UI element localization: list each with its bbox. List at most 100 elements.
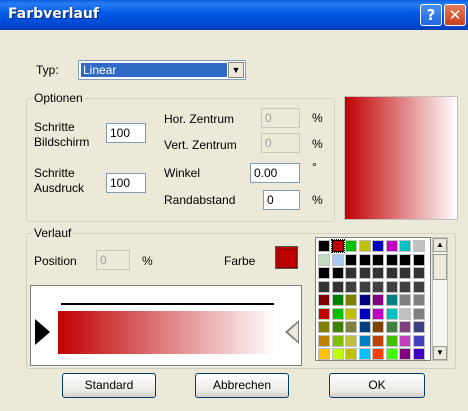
color-swatch[interactable] [372, 294, 384, 306]
gradient-editor[interactable] [30, 285, 302, 366]
color-swatch[interactable] [399, 307, 411, 320]
color-swatch[interactable] [372, 240, 384, 252]
color-swatch[interactable] [399, 348, 411, 360]
farbverlauf-dialog: Farbverlauf ? ✕ Typ: Linear ▼ Optionen S… [0, 0, 468, 411]
color-swatch[interactable] [385, 267, 398, 279]
color-swatch[interactable] [345, 348, 357, 360]
gradient-preview [344, 96, 458, 220]
color-swatch[interactable] [331, 348, 344, 360]
gradient-bar[interactable] [58, 311, 275, 354]
abbrechen-button[interactable]: Abbrechen [195, 373, 289, 398]
color-swatch[interactable] [385, 294, 398, 306]
color-swatch[interactable] [331, 253, 344, 266]
color-swatch[interactable] [412, 280, 425, 293]
chevron-down-icon[interactable]: ▼ [228, 62, 244, 78]
color-swatch[interactable] [358, 334, 371, 347]
color-swatch[interactable] [318, 294, 330, 306]
color-swatch-grid[interactable] [318, 239, 430, 360]
scroll-down-button[interactable]: ▼ [433, 346, 447, 360]
color-swatch[interactable] [331, 280, 344, 293]
standard-button[interactable]: Standard [62, 373, 156, 398]
color-palette[interactable] [315, 237, 431, 361]
color-swatch[interactable] [345, 240, 357, 252]
color-swatch[interactable] [399, 321, 411, 333]
color-swatch[interactable] [385, 334, 398, 347]
color-swatch[interactable] [345, 294, 357, 306]
gradient-stop-start-handle[interactable] [35, 319, 50, 345]
color-swatch[interactable] [372, 307, 384, 320]
winkel-field[interactable]: 0.00 [250, 163, 300, 183]
color-swatch[interactable] [331, 294, 344, 306]
color-swatch[interactable] [331, 334, 344, 347]
color-swatch[interactable] [318, 253, 330, 266]
color-picker-button[interactable] [275, 246, 298, 269]
schritte-bildschirm-field[interactable]: 100 [106, 123, 146, 143]
color-swatch[interactable] [412, 321, 425, 333]
ok-button[interactable]: OK [329, 373, 425, 398]
scroll-thumb[interactable] [433, 254, 447, 280]
position-field[interactable]: 0 [96, 250, 130, 270]
color-swatch[interactable] [399, 240, 411, 252]
color-swatch[interactable] [412, 267, 425, 279]
close-button[interactable]: ✕ [444, 4, 466, 26]
color-swatch[interactable] [318, 280, 330, 293]
color-swatch[interactable] [372, 348, 384, 360]
color-swatch[interactable] [318, 334, 330, 347]
color-swatch[interactable] [385, 280, 398, 293]
color-swatch[interactable] [399, 334, 411, 347]
color-swatch[interactable] [331, 267, 344, 279]
color-swatch[interactable] [385, 348, 398, 360]
schritte-ausdruck-field[interactable]: 100 [106, 173, 146, 193]
color-swatch[interactable] [358, 321, 371, 333]
color-swatch[interactable] [345, 334, 357, 347]
color-swatch[interactable] [372, 321, 384, 333]
scroll-up-button[interactable]: ▲ [433, 238, 447, 252]
color-swatch[interactable] [318, 348, 330, 360]
color-swatch[interactable] [345, 253, 357, 266]
color-swatch[interactable] [358, 280, 371, 293]
typ-dropdown[interactable]: Linear ▼ [78, 60, 246, 80]
gradient-stop-end-handle[interactable] [285, 320, 299, 344]
color-swatch[interactable] [385, 321, 398, 333]
color-swatch[interactable] [385, 307, 398, 320]
help-button[interactable]: ? [420, 4, 442, 26]
color-swatch[interactable] [358, 240, 371, 252]
color-swatch[interactable] [345, 321, 357, 333]
color-swatch[interactable] [318, 240, 330, 252]
color-swatch[interactable] [412, 294, 425, 306]
color-swatch[interactable] [331, 321, 344, 333]
vert-zentrum-field[interactable]: 0 [261, 133, 300, 153]
color-swatch[interactable] [399, 280, 411, 293]
color-swatch[interactable] [358, 294, 371, 306]
color-swatch[interactable] [345, 267, 357, 279]
color-swatch[interactable] [358, 253, 371, 266]
color-swatch[interactable] [372, 253, 384, 266]
color-swatch[interactable] [345, 307, 357, 320]
color-swatch[interactable] [385, 240, 398, 252]
color-swatch[interactable] [399, 294, 411, 306]
color-swatch[interactable] [399, 253, 411, 266]
color-swatch[interactable] [358, 348, 371, 360]
color-swatch[interactable] [330, 239, 345, 253]
palette-scrollbar[interactable]: ▲ ▼ [432, 237, 448, 361]
color-swatch[interactable] [358, 307, 371, 320]
color-swatch[interactable] [372, 280, 384, 293]
hor-zentrum-field[interactable]: 0 [261, 108, 300, 128]
color-swatch[interactable] [318, 321, 330, 333]
color-swatch[interactable] [412, 307, 425, 320]
color-swatch[interactable] [399, 267, 411, 279]
color-swatch[interactable] [318, 267, 330, 279]
color-swatch[interactable] [412, 240, 425, 252]
randabstand-field[interactable]: 0 [263, 190, 300, 210]
title-bar[interactable]: Farbverlauf ? ✕ [0, 0, 468, 30]
color-swatch[interactable] [412, 334, 425, 347]
color-swatch[interactable] [412, 253, 425, 266]
color-swatch[interactable] [318, 307, 330, 320]
color-swatch[interactable] [358, 267, 371, 279]
color-swatch[interactable] [412, 348, 425, 360]
color-swatch[interactable] [331, 307, 344, 320]
color-swatch[interactable] [385, 253, 398, 266]
color-swatch[interactable] [372, 267, 384, 279]
color-swatch[interactable] [372, 334, 384, 347]
color-swatch[interactable] [345, 280, 357, 293]
